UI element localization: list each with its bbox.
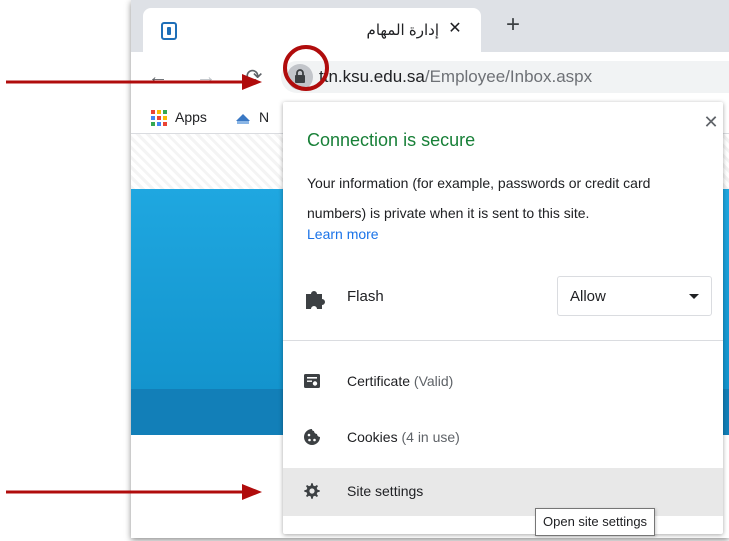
site-settings-label: Site settings: [347, 483, 424, 499]
flash-permission-select[interactable]: Allow: [557, 276, 712, 316]
cookies-label: Cookies (4 in use): [347, 429, 460, 445]
site-info-popup: Connection is secure ✕ Your information …: [283, 102, 723, 534]
site-favicon-icon: [161, 22, 177, 40]
apps-grid-icon[interactable]: [151, 110, 167, 126]
certificate-icon: [304, 374, 320, 388]
annotation-arrow-icon: [6, 74, 262, 90]
bookmark-second[interactable]: N: [259, 109, 269, 125]
certificate-label: Certificate (Valid): [347, 373, 453, 389]
connection-status-title: Connection is secure: [307, 130, 476, 150]
tab-close-icon[interactable]: ✕: [445, 18, 465, 40]
popup-close-icon[interactable]: ✕: [701, 112, 721, 132]
new-tab-icon[interactable]: +: [501, 13, 525, 38]
bookmark-apps[interactable]: Apps: [175, 109, 207, 125]
cookies-count: (4 in use): [401, 429, 460, 445]
tab-strip: إدارة المهام ✕ +: [131, 0, 729, 52]
popup-divider: [283, 340, 723, 341]
tab-title: إدارة المهام: [366, 22, 439, 39]
connection-description: Your information (for example, passwords…: [307, 175, 651, 221]
bookmark-site-icon[interactable]: [235, 111, 251, 125]
flash-permission-label: Flash: [347, 288, 384, 305]
certificate-status: (Valid): [413, 373, 454, 389]
cookie-icon: [304, 429, 320, 445]
url-host: ttn.ksu.edu.sa: [319, 67, 425, 86]
learn-more-link[interactable]: Learn more: [307, 226, 379, 242]
annotation-circle: [283, 45, 329, 91]
gear-icon: [304, 483, 320, 499]
site-settings-tooltip: Open site settings: [535, 508, 656, 536]
chevron-down-icon: [689, 294, 699, 299]
site-settings-row[interactable]: Site settings: [283, 468, 723, 516]
annotation-arrow-icon: [6, 484, 262, 500]
cookies-text: Cookies: [347, 429, 398, 445]
certificate-text: Certificate: [347, 373, 411, 389]
flash-selected-value: Allow: [570, 288, 606, 305]
puzzle-piece-icon: [306, 291, 325, 309]
url-text[interactable]: ttn.ksu.edu.sa/Employee/Inbox.aspx: [319, 67, 592, 87]
address-bar[interactable]: ttn.ksu.edu.sa/Employee/Inbox.aspx: [281, 61, 729, 93]
certificate-row[interactable]: Certificate (Valid): [283, 358, 723, 406]
url-path: /Employee/Inbox.aspx: [424, 67, 593, 86]
cookies-row[interactable]: Cookies (4 in use): [283, 414, 723, 462]
